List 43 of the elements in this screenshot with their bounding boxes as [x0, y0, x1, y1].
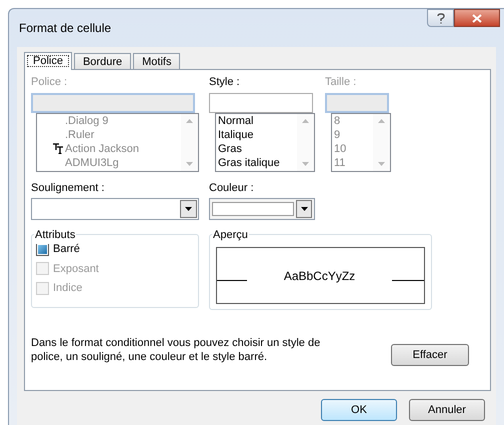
group-title: Attributs	[34, 227, 76, 244]
tab[interactable]: Bordure	[74, 53, 132, 69]
clear-button[interactable]: Effacer	[391, 344, 469, 366]
style-option[interactable]: Normal	[218, 114, 254, 128]
scrollbar[interactable]	[373, 114, 390, 170]
scrollbar[interactable]	[297, 114, 314, 170]
scroll-up-arrow-icon[interactable]	[186, 118, 193, 122]
scroll-down-arrow-icon[interactable]	[186, 162, 193, 166]
scrollbar[interactable]	[181, 114, 198, 170]
underline-label: Soulignement :	[31, 180, 106, 196]
style-option[interactable]: Gras	[218, 142, 242, 156]
style-label: Style :	[209, 75, 241, 90]
underline-dropdown[interactable]	[31, 198, 199, 220]
checkbox-label: Barré	[53, 242, 80, 257]
style-list[interactable]: Normal Italique Gras Gras italique	[215, 112, 315, 172]
help-icon	[436, 12, 444, 24]
close-button[interactable]	[454, 9, 500, 27]
font-label: Police :	[31, 75, 68, 90]
scroll-down-arrow-icon[interactable]	[302, 162, 309, 166]
dialog-button[interactable]: OK	[321, 399, 397, 421]
style-option[interactable]: Gras italique	[218, 156, 280, 170]
checkbox-label: Exposant	[53, 262, 99, 276]
group-title: Aperçu	[212, 227, 249, 244]
scroll-down-arrow-icon[interactable]	[378, 162, 385, 166]
window-title: Format de cellule	[19, 20, 112, 37]
checkbox-label: Indice	[53, 281, 82, 296]
style-input[interactable]	[209, 92, 313, 112]
tab[interactable]: Motifs	[133, 53, 180, 69]
dialog-button[interactable]: Annuler	[409, 399, 485, 421]
preview-sample: AaBbCcYyZz	[284, 268, 356, 284]
scroll-up-arrow-icon[interactable]	[378, 118, 385, 122]
tab[interactable]: Police	[24, 52, 72, 70]
scroll-up-arrow-icon[interactable]	[302, 118, 309, 122]
close-icon	[472, 14, 482, 22]
help-button[interactable]	[427, 9, 454, 27]
style-option[interactable]: Italique	[218, 128, 254, 142]
dropdown-arrow-icon	[300, 207, 308, 211]
truetype-icon	[53, 143, 64, 154]
dropdown-arrow-icon	[185, 207, 192, 211]
color-dropdown[interactable]	[209, 198, 315, 220]
help-text: Dans le format conditionnel vous pouvez choisir un style de police, un souligné, une couleur et le style barré.	[31, 336, 322, 364]
size-label: Taille :	[325, 75, 358, 90]
color-label: Couleur :	[209, 180, 255, 196]
